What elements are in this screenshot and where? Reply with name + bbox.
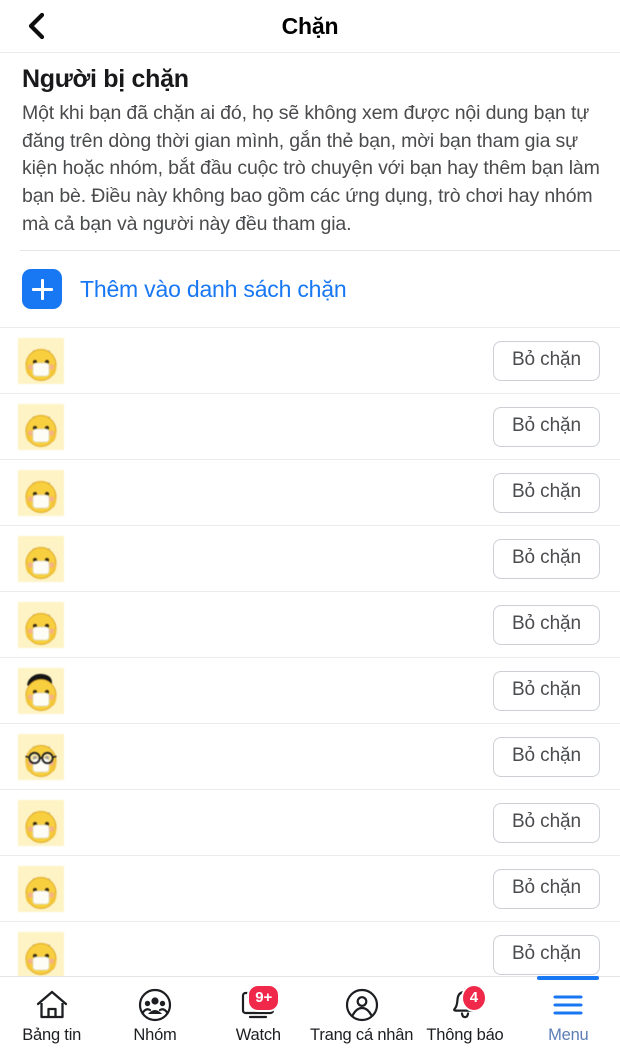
tab-label: Trang cá nhân — [310, 1026, 414, 1044]
avatar — [18, 931, 64, 976]
blocked-person-row[interactable]: Bỏ chặn — [0, 393, 620, 459]
settings-content: Người bị chặn Một khi bạn đã chặn ai đó,… — [0, 53, 620, 976]
tab-label: Thông báo — [426, 1026, 504, 1044]
tab-label: Nhóm — [133, 1026, 177, 1044]
tab-label: Watch — [235, 1026, 281, 1044]
tab-profile[interactable]: Trang cá nhân — [310, 977, 413, 1054]
unblock-button[interactable]: Bỏ chặn — [492, 868, 600, 909]
watch-icon: 9+ — [240, 984, 281, 1024]
bell-icon: 4 — [449, 984, 487, 1024]
section-title: Người bị chặn — [22, 65, 189, 93]
blocked-person-row[interactable]: Bỏ chặn — [0, 723, 620, 789]
hamburger-icon — [551, 986, 585, 1024]
avatar — [18, 733, 64, 780]
unblock-button[interactable]: Bỏ chặn — [492, 406, 600, 447]
avatar — [18, 601, 64, 648]
section-description: Một khi bạn đã chặn ai đó, họ sẽ không x… — [22, 102, 600, 235]
avatar — [18, 337, 64, 384]
blocked-person-row[interactable]: Bỏ chặn — [0, 855, 620, 921]
blocked-person-row[interactable]: Bỏ chặn — [0, 459, 620, 525]
tab-news[interactable]: Bảng tin — [0, 977, 103, 1054]
add-to-block-list-button[interactable]: Thêm vào danh sách chặn — [0, 251, 620, 327]
add-to-block-list-label: Thêm vào danh sách chặn — [80, 275, 347, 302]
tab-watch[interactable]: 9+ Watch — [207, 977, 310, 1054]
active-tab-indicator — [537, 976, 600, 980]
back-button[interactable] — [18, 8, 56, 44]
blocked-person-row[interactable]: Bỏ chặn — [0, 789, 620, 855]
blocked-person-row[interactable]: Bỏ chặn — [0, 657, 620, 723]
bottom-tab-bar: Bảng tin Nhóm 9+ Watch Trang cá nhân 4 Thô… — [0, 976, 620, 1054]
blocked-person-row[interactable]: Bỏ chặn — [0, 591, 620, 657]
notification-badge: 9+ — [247, 984, 281, 1012]
groups-icon — [138, 986, 172, 1024]
page-title: Chặn — [281, 13, 339, 39]
avatar — [18, 799, 64, 846]
unblock-button[interactable]: Bỏ chặn — [492, 670, 600, 711]
tab-label: Menu — [548, 1026, 589, 1044]
unblock-button[interactable]: Bỏ chặn — [492, 538, 600, 579]
notification-badge: 4 — [460, 984, 487, 1012]
avatar — [18, 535, 64, 582]
tab-notifs[interactable]: 4 Thông báo — [413, 977, 516, 1054]
blocking-settings-screen: Chặn Người bị chặn Một khi bạn đã chặn a… — [0, 0, 620, 1054]
avatar — [18, 667, 64, 714]
blocked-person-row[interactable]: Bỏ chặn — [0, 525, 620, 591]
avatar — [18, 469, 64, 516]
unblock-button[interactable]: Bỏ chặn — [492, 472, 600, 513]
blocked-people-list: Bỏ chặn Bỏ chặn Bỏ chặn Bỏ chặn Bỏ chặn … — [0, 327, 620, 976]
home-icon — [35, 986, 69, 1024]
profile-icon — [345, 986, 379, 1024]
unblock-button[interactable]: Bỏ chặn — [492, 736, 600, 777]
unblock-button[interactable]: Bỏ chặn — [492, 934, 600, 975]
unblock-button[interactable]: Bỏ chặn — [492, 604, 600, 645]
plus-square-icon — [22, 269, 62, 310]
unblock-button[interactable]: Bỏ chặn — [492, 802, 600, 843]
tab-groups[interactable]: Nhóm — [103, 977, 206, 1054]
app-header: Chặn — [0, 0, 620, 53]
tab-menu[interactable]: Menu — [517, 976, 620, 1054]
blocked-person-row[interactable]: Bỏ chặn — [0, 327, 620, 393]
tab-label: Bảng tin — [22, 1026, 82, 1044]
avatar — [18, 403, 64, 450]
blocked-person-row[interactable]: Bỏ chặn — [0, 921, 620, 976]
avatar — [18, 865, 64, 912]
chevron-left-icon — [27, 12, 47, 40]
unblock-button[interactable]: Bỏ chặn — [492, 340, 600, 381]
